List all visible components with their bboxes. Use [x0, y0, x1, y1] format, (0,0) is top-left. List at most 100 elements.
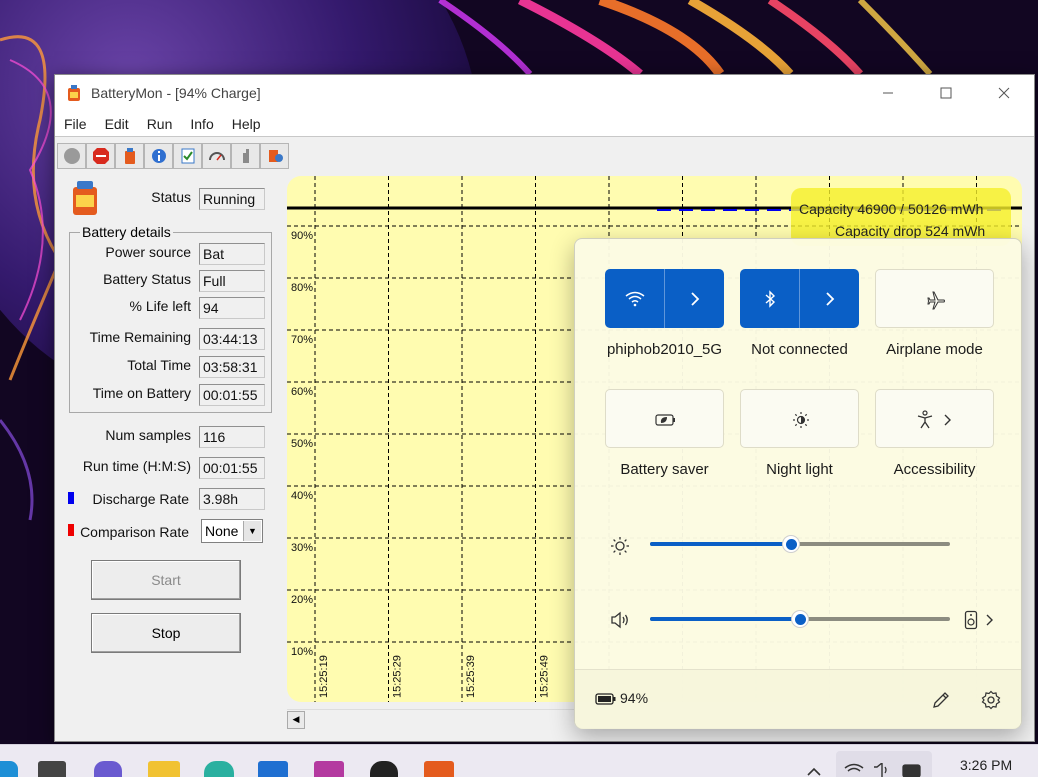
- life-left-value: 94: [199, 297, 265, 319]
- menu-help[interactable]: Help: [232, 116, 261, 132]
- num-samples-value: 116: [199, 426, 265, 448]
- audio-output-chevron-icon[interactable]: [983, 609, 997, 631]
- checklist-icon: [181, 148, 194, 164]
- wifi-expand-chevron-icon[interactable]: [665, 269, 724, 328]
- chart-y-tick-label: 10%: [291, 646, 313, 658]
- battery-saver-label: Battery saver: [620, 461, 709, 478]
- night-light-icon: [741, 390, 860, 449]
- toolbar-checklist-button[interactable]: [173, 143, 202, 169]
- window-title: BatteryMon - [94% Charge]: [91, 85, 261, 101]
- taskbar-xbox-icon[interactable]: [370, 761, 398, 777]
- life-left-label: % Life left: [129, 298, 191, 314]
- comparison-rate-select[interactable]: None ▼: [201, 519, 263, 543]
- hand-icon: [242, 149, 249, 163]
- chart-x-tick-label: 15:25:49: [539, 655, 551, 698]
- chart-x-tick-label: 15:25:39: [465, 655, 477, 698]
- toolbar-hand-button[interactable]: [231, 143, 260, 169]
- comparison-rate-label: Comparison Rate: [80, 524, 189, 540]
- taskbar-batterymon-icon[interactable]: [424, 761, 454, 777]
- audio-output-icon[interactable]: [963, 609, 979, 631]
- time-remaining-value: 03:44:13: [199, 328, 265, 350]
- toolbar: [57, 143, 289, 169]
- tray-status-icons[interactable]: [836, 751, 932, 777]
- time-on-battery-label: Time on Battery: [92, 385, 191, 401]
- taskbar-store-icon[interactable]: [258, 761, 288, 777]
- volume-slider-fill: [650, 617, 800, 621]
- wifi-tile-label: phiphob2010_5G: [606, 341, 723, 358]
- taskbar-app-icon[interactable]: [0, 761, 18, 777]
- accessibility-chevron-icon[interactable]: [940, 390, 956, 449]
- run-time-label: Run time (H:M:S): [82, 458, 191, 474]
- comparison-color-marker: [68, 524, 74, 536]
- toolbar-info-button[interactable]: [144, 143, 173, 169]
- chart-scrollbar[interactable]: ◀: [287, 709, 587, 729]
- settings-gear-icon[interactable]: [979, 688, 1003, 712]
- taskbar-teams-icon[interactable]: [94, 761, 122, 777]
- volume-slider-thumb[interactable]: [791, 610, 809, 628]
- taskbar-camera-icon[interactable]: [314, 761, 344, 777]
- stop-button[interactable]: Stop: [91, 613, 241, 653]
- night-light-tile[interactable]: [740, 389, 859, 448]
- close-button[interactable]: [975, 75, 1033, 111]
- taskbar-edge-icon[interactable]: [204, 761, 234, 777]
- battery-percent: 94%: [620, 690, 649, 706]
- clock-time: 3:26 PM: [960, 757, 1013, 773]
- title-bar[interactable]: BatteryMon - [94% Charge]: [55, 75, 1034, 111]
- chart-y-tick-label: 80%: [291, 282, 313, 294]
- toolbar-stop-circle-button[interactable]: [57, 143, 86, 169]
- maximize-button[interactable]: [917, 75, 975, 111]
- volume-slider[interactable]: [650, 610, 950, 628]
- chart-y-tick-label: 90%: [291, 230, 313, 242]
- discharge-color-marker: [68, 492, 74, 504]
- start-button[interactable]: Start: [91, 560, 241, 600]
- chart-y-tick-label: 20%: [291, 594, 313, 606]
- battery-saver-icon: [606, 390, 725, 449]
- menu-edit[interactable]: Edit: [105, 116, 129, 132]
- wifi-icon: [605, 269, 664, 328]
- accessibility-tile[interactable]: [875, 389, 994, 448]
- bluetooth-tile-label: Not connected: [751, 341, 848, 358]
- chart-y-tick-label: 50%: [291, 438, 313, 450]
- time-remaining-label: Time Remaining: [89, 329, 191, 345]
- batterymon-app-icon: [68, 85, 80, 101]
- tray-battery-icon: [902, 764, 921, 777]
- status-value: Running: [199, 188, 265, 210]
- edit-pencil-icon[interactable]: [929, 688, 953, 712]
- scroll-left-icon[interactable]: ◀: [287, 711, 305, 729]
- accessibility-icon: [912, 390, 938, 449]
- wifi-tile[interactable]: [605, 269, 724, 328]
- battery-status-value: Full: [199, 270, 265, 292]
- bluetooth-expand-chevron-icon[interactable]: [800, 269, 859, 328]
- chart-y-tick-label: 60%: [291, 386, 313, 398]
- battery-level-icon[interactable]: [595, 688, 617, 710]
- volume-icon[interactable]: [609, 609, 631, 631]
- info-icon: [151, 149, 166, 163]
- toolbar-gauge-button[interactable]: [202, 143, 231, 169]
- dropdown-arrow-icon[interactable]: ▼: [243, 521, 261, 541]
- run-time-value: 00:01:55: [199, 457, 265, 479]
- brightness-slider-thumb[interactable]: [782, 535, 800, 553]
- toolbar-settings-button[interactable]: [260, 143, 289, 169]
- total-time-value: 03:58:31: [199, 356, 265, 378]
- taskbar: 3:26 PM: [0, 744, 1038, 777]
- menu-info[interactable]: Info: [190, 116, 213, 132]
- battery-saver-tile[interactable]: [605, 389, 724, 448]
- toolbar-stop-button[interactable]: [86, 143, 115, 169]
- minimize-icon: [883, 92, 893, 94]
- power-source-value: Bat: [199, 243, 265, 265]
- taskbar-task-view-icon[interactable]: [38, 761, 66, 777]
- menu-run[interactable]: Run: [147, 116, 173, 132]
- brightness-slider[interactable]: [650, 535, 950, 553]
- battery-details-title: Battery details: [80, 224, 173, 240]
- minimize-button[interactable]: [859, 75, 917, 111]
- menu-file[interactable]: File: [64, 116, 87, 132]
- battery-status-label: Battery Status: [103, 271, 191, 287]
- maximize-icon: [940, 87, 952, 99]
- tray-chevron-up-icon[interactable]: [804, 761, 824, 777]
- airplane-mode-tile[interactable]: [875, 269, 994, 328]
- close-icon: [998, 87, 1010, 99]
- toolbar-battery-button[interactable]: [115, 143, 144, 169]
- taskbar-file-explorer-icon[interactable]: [148, 761, 180, 777]
- comparison-rate-value: None: [205, 523, 239, 539]
- bluetooth-tile[interactable]: [740, 269, 859, 328]
